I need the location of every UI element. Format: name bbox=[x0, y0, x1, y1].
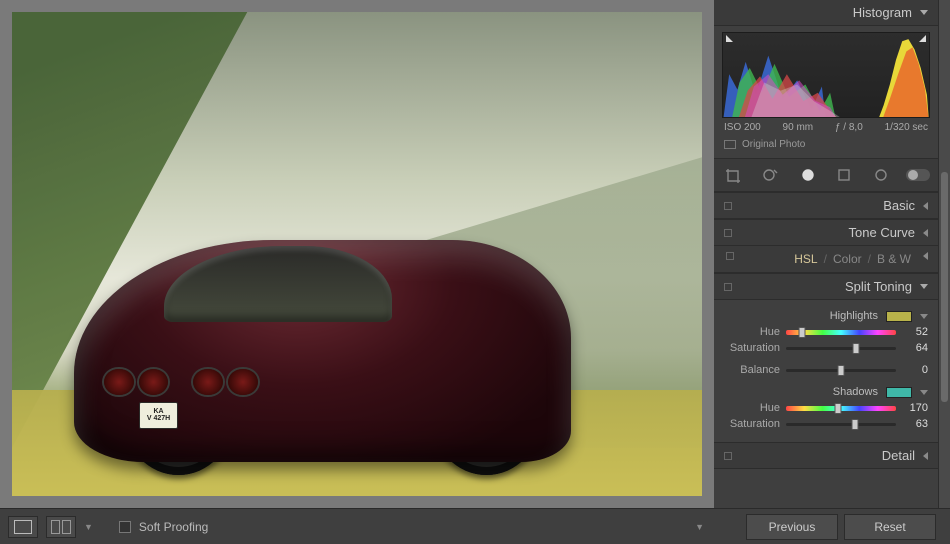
histogram-title: Histogram bbox=[853, 5, 912, 20]
chevron-left-icon bbox=[923, 452, 928, 460]
panel-switch-icon[interactable] bbox=[724, 202, 732, 210]
color-tab[interactable]: Color bbox=[833, 252, 862, 266]
histogram-header[interactable]: Histogram bbox=[714, 0, 938, 26]
previous-button[interactable]: Previous bbox=[746, 514, 838, 540]
tool-strip bbox=[714, 158, 938, 192]
focal-length: 90 mm bbox=[783, 122, 814, 133]
chevron-down-icon[interactable] bbox=[920, 314, 928, 319]
aperture-value: ƒ / 8,0 bbox=[835, 122, 863, 133]
bw-tab[interactable]: B & W bbox=[877, 252, 911, 266]
reset-button[interactable]: Reset bbox=[844, 514, 936, 540]
balance-slider[interactable] bbox=[786, 365, 896, 375]
soft-proofing-label: Soft Proofing bbox=[139, 520, 208, 534]
loupe-view-button[interactable] bbox=[8, 516, 38, 538]
car-subject: KAV 427H bbox=[74, 240, 571, 463]
chevron-left-icon bbox=[923, 252, 928, 260]
chevron-down-icon[interactable]: ▼ bbox=[84, 522, 93, 532]
balance-value[interactable]: 0 bbox=[902, 364, 928, 376]
panel-switch-icon[interactable] bbox=[724, 452, 732, 460]
rectangle-icon bbox=[724, 140, 736, 149]
license-plate: KAV 427H bbox=[139, 402, 179, 429]
preview-pane[interactable]: KAV 427H bbox=[0, 0, 714, 508]
chevron-down-icon bbox=[920, 284, 928, 289]
detail-header[interactable]: Detail bbox=[714, 442, 938, 469]
shadows-sat-value[interactable]: 63 bbox=[902, 418, 928, 430]
tone-curve-header[interactable]: Tone Curve bbox=[714, 219, 938, 246]
graduated-filter-icon[interactable] bbox=[832, 165, 856, 185]
compare-view-button[interactable] bbox=[46, 516, 76, 538]
hsl-tab[interactable]: HSL bbox=[794, 252, 817, 266]
chevron-down-icon[interactable]: ▼ bbox=[695, 522, 704, 532]
highlights-hue-value[interactable]: 52 bbox=[902, 326, 928, 338]
preview-image: KAV 427H bbox=[12, 12, 702, 496]
shadows-label: Shadows bbox=[724, 386, 878, 398]
panel-switch-icon[interactable] bbox=[726, 252, 734, 260]
highlights-sat-value[interactable]: 64 bbox=[902, 342, 928, 354]
highlights-label: Highlights bbox=[724, 310, 878, 322]
chevron-down-icon bbox=[920, 10, 928, 15]
histogram-panel: ISO 200 90 mm ƒ / 8,0 1/320 sec Original… bbox=[714, 26, 938, 158]
shadows-hue-slider[interactable] bbox=[786, 403, 896, 413]
histogram-graph[interactable] bbox=[722, 32, 930, 118]
hsl-color-bw-header[interactable]: HSL / Color / B & W bbox=[714, 246, 938, 273]
crop-tool-icon[interactable] bbox=[722, 165, 746, 185]
bottom-toolbar: ▼ Soft Proofing ▼ Previous Reset bbox=[0, 508, 950, 544]
original-photo-toggle[interactable]: Original Photo bbox=[722, 135, 930, 154]
highlights-sat-slider[interactable] bbox=[786, 343, 896, 353]
soft-proofing-checkbox[interactable] bbox=[119, 521, 131, 533]
chevron-left-icon bbox=[923, 229, 928, 237]
highlights-swatch[interactable] bbox=[886, 311, 912, 322]
iso-value: ISO 200 bbox=[724, 122, 761, 133]
shadows-swatch[interactable] bbox=[886, 387, 912, 398]
radial-filter-icon[interactable] bbox=[869, 165, 893, 185]
split-toning-panel: Highlights Hue 52 Saturation 64 Balance bbox=[714, 300, 938, 442]
spot-removal-icon[interactable] bbox=[759, 165, 783, 185]
panel-switch-icon[interactable] bbox=[724, 283, 732, 291]
highlights-hue-slider[interactable] bbox=[786, 327, 896, 337]
scrollbar-thumb[interactable] bbox=[941, 172, 948, 402]
panel-switch-icon[interactable] bbox=[724, 229, 732, 237]
redeye-tool-icon[interactable] bbox=[796, 165, 820, 185]
basic-header[interactable]: Basic bbox=[714, 192, 938, 219]
shutter-value: 1/320 sec bbox=[885, 122, 928, 133]
shadows-hue-value[interactable]: 170 bbox=[902, 402, 928, 414]
develop-right-panel: Histogram bbox=[714, 0, 950, 508]
split-toning-header[interactable]: Split Toning bbox=[714, 273, 938, 300]
shadows-sat-slider[interactable] bbox=[786, 419, 896, 429]
chevron-left-icon bbox=[923, 202, 928, 210]
brush-tool-icon[interactable] bbox=[906, 165, 930, 185]
chevron-down-icon[interactable] bbox=[920, 390, 928, 395]
panel-scrollbar[interactable] bbox=[938, 0, 950, 508]
